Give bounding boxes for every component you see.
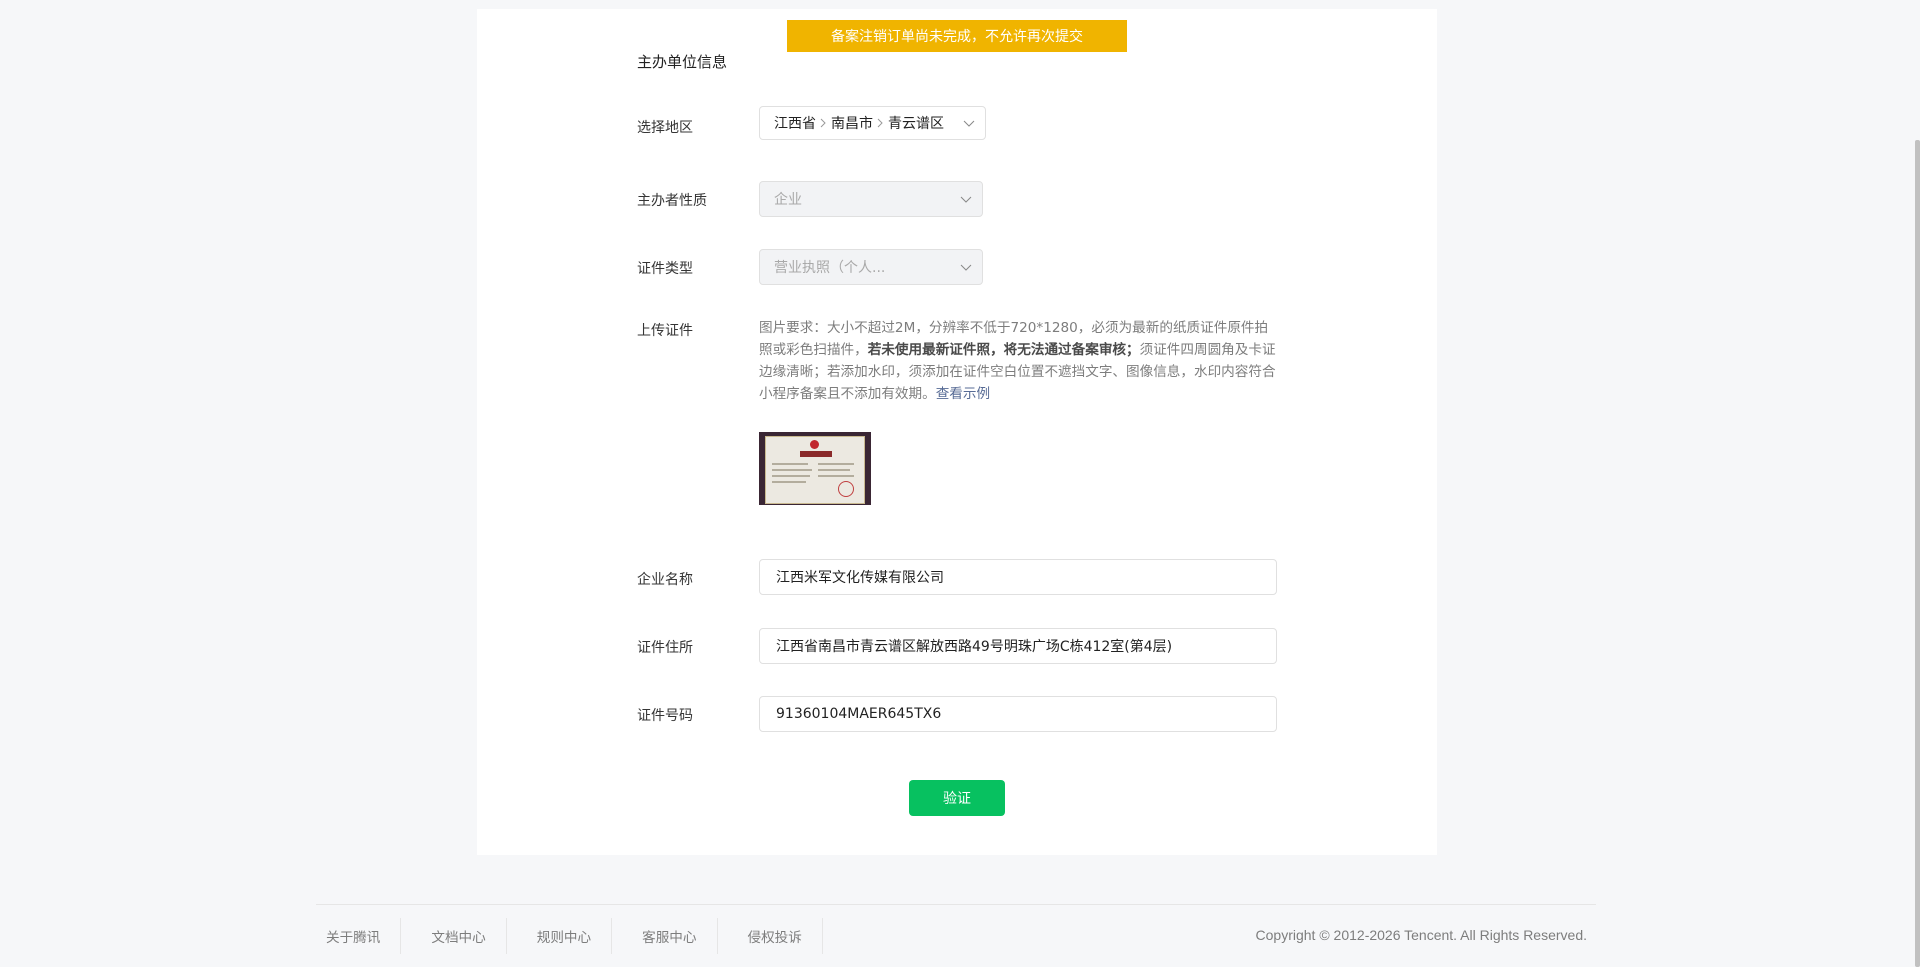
upload-label: 上传证件	[637, 323, 693, 339]
cert-number-input[interactable]: 91360104MAER645TX6	[759, 696, 1277, 732]
section-title: 主办单位信息	[637, 53, 728, 71]
company-name-value: 江西米军文化传媒有限公司	[776, 570, 944, 586]
warning-toast: 备案注销订单尚未完成，不允许再次提交	[787, 20, 1127, 52]
region-select[interactable]: 江西省 南昌市 青云谱区	[759, 106, 986, 140]
company-name-label: 企业名称	[637, 572, 693, 588]
footer-link-about[interactable]: 关于腾讯	[316, 918, 402, 954]
view-example-link[interactable]: 查看示例	[936, 386, 990, 402]
cert-type-select[interactable]: 营业执照（个人...	[759, 249, 983, 285]
page-scrollbar[interactable]	[1915, 140, 1920, 967]
text-line	[772, 469, 812, 471]
license-paper	[765, 436, 865, 504]
cert-address-value: 江西省南昌市青云谱区解放西路49号明珠广场C栋412室(第4层)	[776, 639, 1173, 655]
requirements-warning: 若未使用最新证件照，将无法通过备案审核；	[867, 342, 1140, 358]
chevron-right-icon	[820, 118, 826, 128]
sponsor-type-value: 企业	[774, 192, 802, 208]
chevron-down-icon	[960, 196, 972, 203]
cert-number-label: 证件号码	[637, 708, 693, 724]
text-line	[772, 475, 810, 477]
cert-address-label: 证件住所	[637, 640, 693, 656]
chevron-right-icon	[877, 118, 883, 128]
region-label: 选择地区	[637, 120, 693, 136]
copyright-text: Copyright © 2012-2026 Tencent. All Right…	[1255, 927, 1587, 943]
footer-link-rules[interactable]: 规则中心	[527, 918, 613, 954]
national-emblem-icon	[810, 440, 819, 449]
province-value: 江西省	[774, 116, 816, 132]
company-name-input[interactable]: 江西米军文化传媒有限公司	[759, 559, 1277, 595]
footer-link-complaint[interactable]: 侵权投诉	[738, 918, 823, 954]
text-line	[818, 469, 850, 471]
text-line	[818, 463, 854, 465]
cert-type-value: 营业执照（个人...	[774, 260, 886, 276]
text-line	[772, 463, 808, 465]
footer-links: 关于腾讯 文档中心 规则中心 客服中心 侵权投诉	[316, 918, 843, 954]
cert-number-value: 91360104MAER645TX6	[776, 706, 942, 722]
chevron-down-icon	[960, 264, 972, 271]
sponsor-type-select[interactable]: 企业	[759, 181, 983, 217]
sponsor-type-label: 主办者性质	[637, 193, 707, 209]
upload-requirements: 图片要求：大小不超过2M，分辨率不低于720*1280，必须为最新的纸质证件原件…	[759, 317, 1279, 405]
city-value: 南昌市	[831, 116, 873, 132]
verify-button[interactable]: 验证	[909, 780, 1005, 816]
cert-address-input[interactable]: 江西省南昌市青云谱区解放西路49号明珠广场C栋412室(第4层)	[759, 628, 1277, 664]
license-thumbnail[interactable]	[759, 432, 871, 505]
text-line	[772, 481, 806, 483]
seal-icon	[838, 481, 854, 497]
footer-link-docs[interactable]: 文档中心	[421, 918, 507, 954]
chevron-down-icon	[963, 120, 975, 127]
text-line	[818, 475, 854, 477]
district-value: 青云谱区	[888, 116, 944, 132]
license-heading	[800, 451, 832, 457]
footer-link-support[interactable]: 客服中心	[632, 918, 718, 954]
footer-divider	[316, 904, 1596, 905]
cert-type-label: 证件类型	[637, 261, 693, 277]
